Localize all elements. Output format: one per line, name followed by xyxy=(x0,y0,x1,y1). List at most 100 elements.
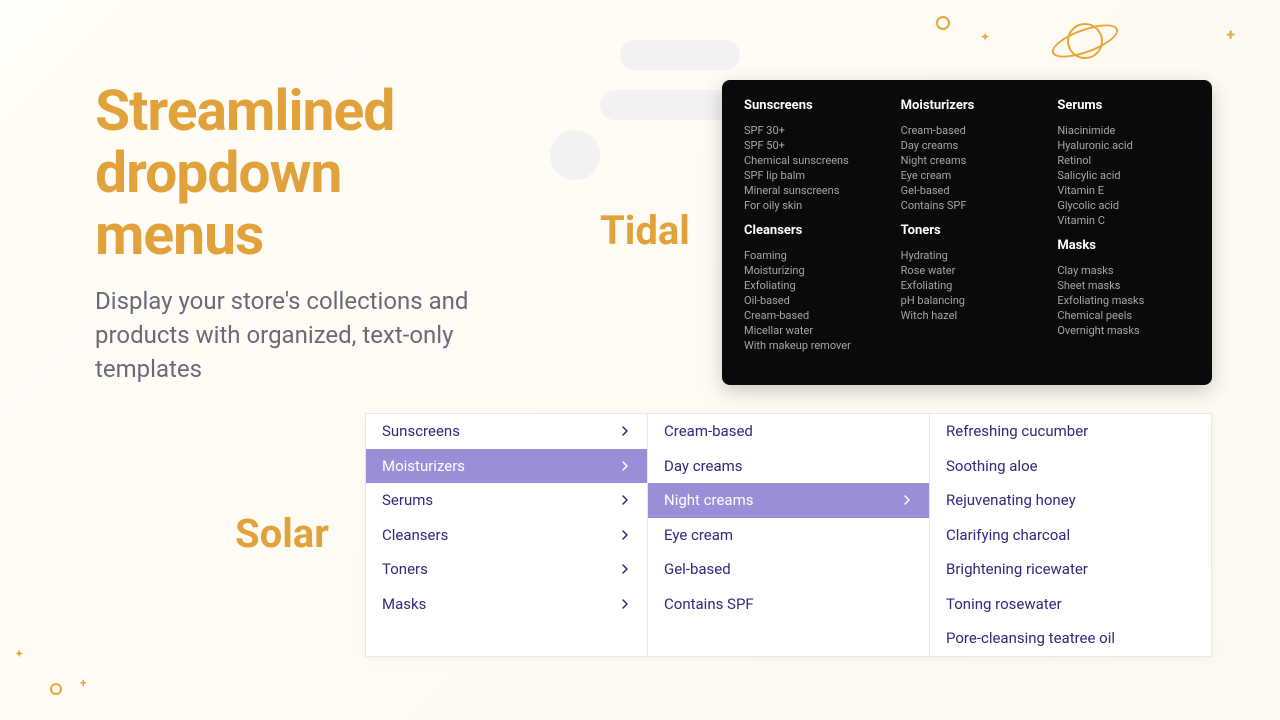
solar-menu-item[interactable]: Refreshing cucumber xyxy=(930,414,1211,449)
tidal-menu-item[interactable]: Salicylic acid xyxy=(1057,168,1190,183)
tidal-menu-item[interactable]: Mineral sunscreens xyxy=(744,183,877,198)
solar-menu-item[interactable]: Toners xyxy=(366,552,647,587)
tidal-menu-item[interactable]: pH balancing xyxy=(901,293,1034,308)
title-word: dropdown xyxy=(95,139,341,206)
tidal-menu-item[interactable]: Clay masks xyxy=(1057,263,1190,278)
tidal-group-header[interactable]: Toners xyxy=(901,223,1034,238)
tidal-menu-item[interactable]: Exfoliating xyxy=(901,278,1034,293)
solar-menu-item[interactable]: Serums xyxy=(366,483,647,518)
tidal-group-header[interactable]: Moisturizers xyxy=(901,98,1034,113)
tidal-menu-item[interactable]: Hyaluronic acid xyxy=(1057,138,1190,153)
tidal-group-header[interactable]: Cleansers xyxy=(744,223,877,238)
solar-menu-item[interactable]: Clarifying charcoal xyxy=(930,518,1211,553)
tidal-group-header[interactable]: Serums xyxy=(1057,98,1190,113)
solar-item-label: Refreshing cucumber xyxy=(946,422,1088,440)
solar-menu-item[interactable]: Masks xyxy=(366,587,647,622)
tidal-megamenu: Sunscreens SPF 30+SPF 50+Chemical sunscre… xyxy=(722,80,1212,385)
tidal-group-header[interactable]: Masks xyxy=(1057,238,1190,253)
deco-circle xyxy=(550,130,600,180)
tidal-menu-item[interactable]: Chemical sunscreens xyxy=(744,153,877,168)
title-word: Streamlined xyxy=(95,77,394,144)
tidal-menu-item[interactable]: SPF lip balm xyxy=(744,168,877,183)
tidal-group: Serums NiacinimideHyaluronic acidRetinolS… xyxy=(1057,98,1190,228)
solar-menu-item[interactable]: Eye cream xyxy=(648,518,929,553)
solar-menu-item[interactable]: Cleansers xyxy=(366,518,647,553)
page-title: Streamlined dropdown menus xyxy=(95,80,555,266)
tidal-menu-item[interactable]: With makeup remover xyxy=(744,338,877,353)
tidal-menu-item[interactable]: Rose water xyxy=(901,263,1034,278)
tidal-menu-item[interactable]: Moisturizing xyxy=(744,263,877,278)
solar-item-label: Cream-based xyxy=(664,422,753,440)
tidal-menu-item[interactable]: Vitamin E xyxy=(1057,183,1190,198)
tidal-menu-item[interactable]: Micellar water xyxy=(744,323,877,338)
tidal-group: Toners HydratingRose waterExfoliatingpH b… xyxy=(901,223,1034,323)
solar-item-label: Masks xyxy=(382,595,426,613)
tidal-group: Sunscreens SPF 30+SPF 50+Chemical sunscre… xyxy=(744,98,877,213)
solar-item-label: Contains SPF xyxy=(664,595,754,613)
tidal-menu-item[interactable]: SPF 50+ xyxy=(744,138,877,153)
tidal-group-header[interactable]: Sunscreens xyxy=(744,98,877,113)
deco-pill xyxy=(620,40,740,70)
tidal-menu-item[interactable]: Gel-based xyxy=(901,183,1034,198)
plus-icon: ✦ xyxy=(15,649,23,660)
solar-menu-item[interactable]: Night creams xyxy=(648,483,929,518)
solar-item-label: Serums xyxy=(382,491,433,509)
solar-menu-item[interactable]: Sunscreens xyxy=(366,414,647,449)
solar-label: Solar xyxy=(235,510,329,557)
tidal-menu-item[interactable]: Hydrating xyxy=(901,248,1034,263)
tidal-menu-item[interactable]: Cream-based xyxy=(901,123,1034,138)
chevron-right-icon xyxy=(619,598,631,610)
solar-item-label: Sunscreens xyxy=(382,422,460,440)
tidal-menu-item[interactable]: Exfoliating xyxy=(744,278,877,293)
tidal-menu-item[interactable]: Eye cream xyxy=(901,168,1034,183)
solar-item-label: Pore-cleansing teatree oil xyxy=(946,629,1115,647)
solar-menu-item[interactable]: Day creams xyxy=(648,449,929,484)
tidal-menu-item[interactable]: SPF 30+ xyxy=(744,123,877,138)
planet-icon xyxy=(1050,20,1120,62)
solar-menu-item[interactable]: Pore-cleansing teatree oil xyxy=(930,621,1211,656)
solar-menu-item[interactable]: Rejuvenating honey xyxy=(930,483,1211,518)
tidal-menu-item[interactable]: Exfoliating masks xyxy=(1057,293,1190,308)
solar-item-label: Soothing aloe xyxy=(946,457,1038,475)
solar-column-1: Sunscreens Moisturizers Serums CleansersTon… xyxy=(366,414,648,656)
solar-item-label: Moisturizers xyxy=(382,457,465,475)
tidal-menu-item[interactable]: Vitamin C xyxy=(1057,213,1190,228)
tidal-menu-item[interactable]: Oil-based xyxy=(744,293,877,308)
tidal-menu-item[interactable]: Niacinimide xyxy=(1057,123,1190,138)
solar-menu-item[interactable]: Brightening ricewater xyxy=(930,552,1211,587)
tidal-group: Masks Clay masksSheet masksExfoliating ma… xyxy=(1057,238,1190,338)
tidal-menu-item[interactable]: Foaming xyxy=(744,248,877,263)
tidal-menu-item[interactable]: Sheet masks xyxy=(1057,278,1190,293)
solar-menu-item[interactable]: Cream-based xyxy=(648,414,929,449)
chevron-right-icon xyxy=(901,494,913,506)
chevron-right-icon xyxy=(619,460,631,472)
tidal-menu-item[interactable]: Cream-based xyxy=(744,308,877,323)
tidal-menu-item[interactable]: Overnight masks xyxy=(1057,323,1190,338)
tidal-menu-item[interactable]: Night creams xyxy=(901,153,1034,168)
tidal-menu-item[interactable]: Retinol xyxy=(1057,153,1190,168)
chevron-right-icon xyxy=(619,529,631,541)
solar-menu-item[interactable]: Gel-based xyxy=(648,552,929,587)
solar-menu-item[interactable]: Toning rosewater xyxy=(930,587,1211,622)
solar-item-label: Night creams xyxy=(664,491,753,509)
solar-menu-item[interactable]: Moisturizers xyxy=(366,449,647,484)
page-subtitle: Display your store's collections and pro… xyxy=(95,284,555,386)
tidal-menu-item[interactable]: Chemical peels xyxy=(1057,308,1190,323)
chevron-right-icon xyxy=(619,563,631,575)
tidal-column: Sunscreens SPF 30+SPF 50+Chemical sunscre… xyxy=(744,94,877,363)
tidal-column: Moisturizers Cream-basedDay creamsNight c… xyxy=(901,94,1034,363)
solar-column-2: Cream-based Day creams Night creams Eye cre… xyxy=(648,414,930,656)
solar-cascading-menu: SunscreensMoisturizersSerumsCleansersTon… xyxy=(365,413,1212,657)
chevron-right-icon xyxy=(619,425,631,437)
solar-item-label: Eye cream xyxy=(664,526,733,544)
tidal-menu-item[interactable]: For oily skin xyxy=(744,198,877,213)
solar-item-label: Gel-based xyxy=(664,560,731,578)
tidal-menu-item[interactable]: Witch hazel xyxy=(901,308,1034,323)
tidal-menu-item[interactable]: Glycolic acid xyxy=(1057,198,1190,213)
tidal-menu-item[interactable]: Day creams xyxy=(901,138,1034,153)
solar-menu-item[interactable]: Contains SPF xyxy=(648,587,929,622)
tidal-label: Tidal xyxy=(600,207,690,254)
tidal-menu-item[interactable]: Contains SPF xyxy=(901,198,1034,213)
deco-ring xyxy=(936,16,950,30)
solar-menu-item[interactable]: Soothing aloe xyxy=(930,449,1211,484)
